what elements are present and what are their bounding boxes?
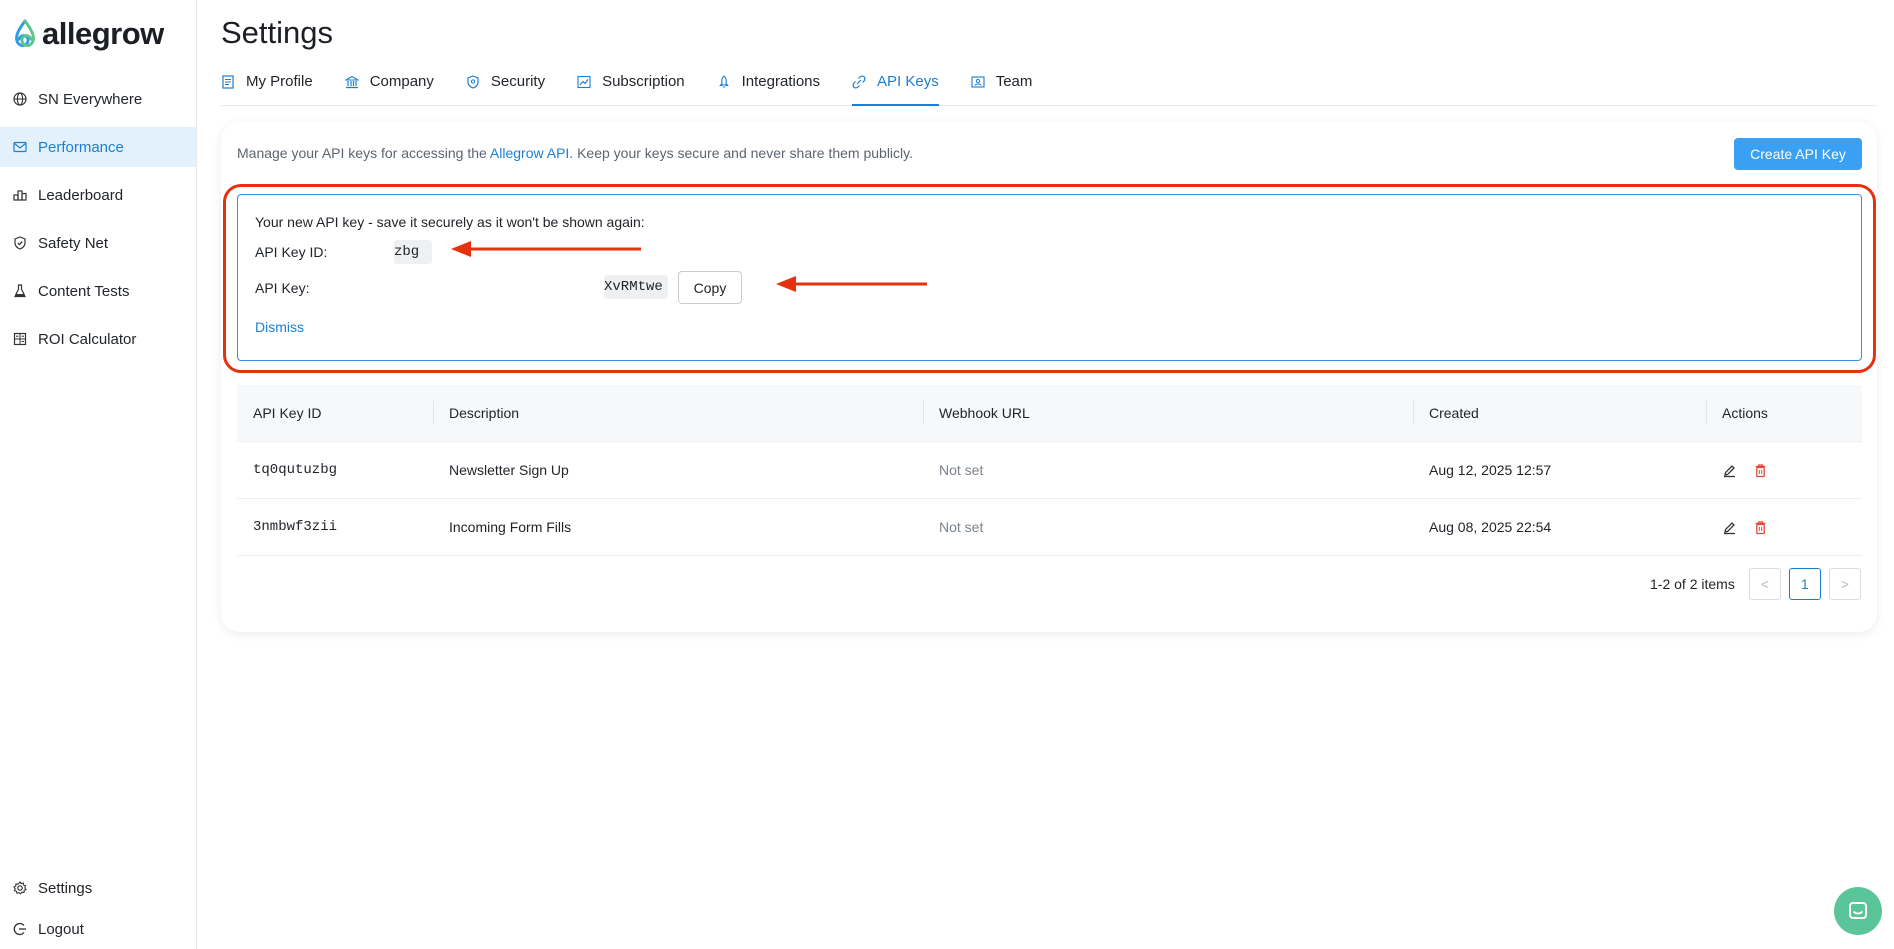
delete-icon[interactable] (1753, 463, 1768, 478)
cell-webhook-url: Not set (939, 519, 984, 535)
profile-icon (222, 75, 234, 89)
sidebar-item-label: Safety Net (38, 234, 109, 252)
dismiss-link[interactable]: Dismiss (255, 319, 304, 335)
settings-tabs: My Profile Company Security Subscription… (221, 66, 1877, 106)
column-header-description: Description (433, 385, 923, 441)
sidebar-item-label: ROI Calculator (38, 330, 137, 348)
tab-security[interactable]: Security (466, 66, 545, 106)
sidebar-item-leaderboard[interactable]: Leaderboard (0, 175, 196, 215)
sidebar-item-label: Content Tests (38, 282, 130, 300)
tab-label: Subscription (602, 73, 685, 90)
sidebar-item-label: Leaderboard (38, 186, 124, 204)
tab-label: Security (490, 73, 546, 90)
tab-label: Integrations (741, 73, 821, 90)
cell-webhook-url: Not set (939, 462, 984, 478)
delete-icon[interactable] (1753, 520, 1768, 535)
api-keys-intro: Manage your API keys for accessing the A… (237, 145, 913, 161)
sidebar-item-performance[interactable]: Performance (0, 127, 196, 167)
tab-api-keys[interactable]: API Keys (852, 66, 939, 106)
chat-launcher-button[interactable] (1834, 887, 1882, 935)
brand-name: allegrow (42, 16, 164, 51)
edit-icon[interactable] (1722, 463, 1737, 478)
logo[interactable]: allegrow (12, 16, 164, 52)
calculator-icon (13, 332, 27, 346)
pagination-info: 1-2 of 2 items (1650, 576, 1735, 592)
sidebar-item-sn-everywhere[interactable]: SN Everywhere (0, 79, 196, 119)
building-icon (344, 75, 359, 89)
tab-subscription[interactable]: Subscription (577, 66, 685, 106)
sidebar-nav: SN Everywhere Performance Leaderboard Sa… (0, 79, 196, 367)
column-header-webhook-url: Webhook URL (923, 385, 1413, 441)
api-key-id-value[interactable]: zbg (394, 240, 432, 264)
shield-icon (467, 75, 479, 89)
api-key-id-label: API Key ID: (255, 244, 328, 260)
cell-description: Incoming Form Fills (449, 519, 572, 535)
sidebar-item-content-tests[interactable]: Content Tests (0, 271, 196, 311)
intro-text-after: . Keep your keys secure and never share … (569, 145, 913, 161)
mail-icon (13, 141, 27, 153)
tab-team[interactable]: Team (971, 66, 1033, 106)
cell-actions (1706, 520, 1862, 535)
globe-icon (13, 92, 27, 106)
tab-my-profile[interactable]: My Profile (221, 66, 313, 106)
key-link-icon (852, 75, 866, 89)
cell-created: Aug 08, 2025 22:54 (1429, 519, 1552, 535)
tab-company[interactable]: Company (344, 66, 434, 106)
shield-check-icon (14, 236, 26, 250)
api-keys-table: API Key ID Description Webhook URL Creat… (237, 385, 1862, 556)
gear-icon (13, 881, 27, 895)
allegrow-logo-icon (15, 19, 35, 47)
cell-api-key-id: 3nmbwf3zii (253, 519, 338, 535)
chart-icon (577, 75, 591, 89)
copy-api-key-button[interactable]: Copy (678, 271, 742, 304)
page-1-button[interactable]: 1 (1788, 568, 1821, 600)
cell-api-key-id: tq0qutuzbg (253, 462, 338, 478)
sidebar-item-settings[interactable]: Settings (0, 868, 196, 908)
api-key-label: API Key: (255, 280, 310, 296)
sidebar-item-label: SN Everywhere (38, 90, 143, 108)
sidebar-item-label: Performance (38, 138, 124, 156)
cell-created: Aug 12, 2025 12:57 (1429, 462, 1552, 478)
new-api-key-panel: Your new API key - save it securely as i… (237, 194, 1862, 361)
sidebar-item-logout[interactable]: Logout (0, 909, 196, 949)
flask-icon (14, 284, 26, 298)
intro-text-before: Manage your API keys for accessing the (237, 145, 490, 161)
tab-integrations[interactable]: Integrations (717, 66, 820, 106)
cell-actions (1706, 463, 1862, 478)
table-row: 3nmbwf3zii Incoming Form Fills Not set A… (237, 499, 1862, 556)
page-title: Settings (221, 15, 334, 50)
sidebar-item-roi-calculator[interactable]: ROI Calculator (0, 319, 196, 359)
sidebar-item-label: Settings (38, 879, 93, 897)
chat-icon (1849, 902, 1867, 919)
podium-icon (13, 190, 27, 201)
sidebar: allegrow SN Everywhere Performance Leade… (0, 0, 197, 949)
prev-page-button[interactable]: < (1748, 568, 1781, 600)
table-header: API Key ID Description Webhook URL Creat… (237, 385, 1862, 442)
sidebar-item-safety-net[interactable]: Safety Net (0, 223, 196, 263)
new-key-title: Your new API key - save it securely as i… (255, 214, 645, 230)
create-api-key-button[interactable]: Create API Key (1734, 138, 1862, 170)
pagination: 1-2 of 2 items < 1 > (1650, 568, 1861, 600)
team-icon (971, 76, 985, 88)
api-key-value[interactable]: XvRMtwe (604, 275, 668, 299)
sidebar-item-label: Logout (38, 920, 84, 938)
sidebar-bottom: Settings Logout (0, 868, 196, 949)
table-row: tq0qutuzbg Newsletter Sign Up Not set Au… (237, 442, 1862, 499)
tab-label: Company (369, 73, 434, 90)
tab-label: Team (995, 73, 1033, 90)
cell-description: Newsletter Sign Up (449, 462, 569, 478)
column-header-actions: Actions (1706, 385, 1862, 441)
tab-label: My Profile (246, 73, 313, 90)
edit-icon[interactable] (1722, 520, 1737, 535)
rocket-icon (718, 75, 729, 88)
column-header-created: Created (1413, 385, 1706, 441)
api-keys-card: Manage your API keys for accessing the A… (221, 122, 1877, 632)
next-page-button[interactable]: > (1828, 568, 1861, 600)
tab-label: API Keys (877, 73, 939, 90)
allegrow-api-link[interactable]: Allegrow API (490, 145, 569, 161)
column-header-api-key-id: API Key ID (253, 405, 322, 421)
logout-icon (13, 922, 26, 936)
